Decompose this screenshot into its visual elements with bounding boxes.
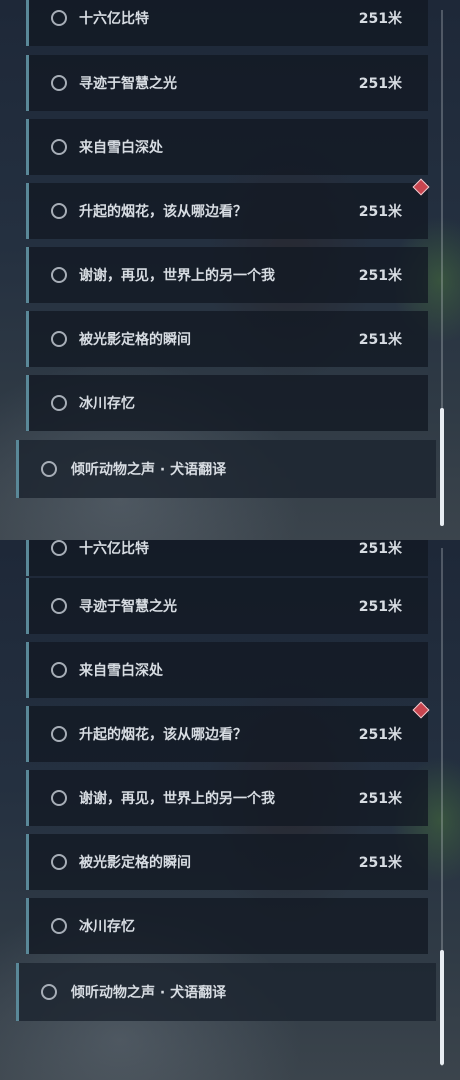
- radio-circle-icon: [51, 918, 67, 934]
- item-distance: 251米: [358, 204, 402, 220]
- item-label: 升起的烟花，该从哪边看？: [79, 727, 247, 743]
- item-distance: 251米: [358, 855, 402, 871]
- quest-list-panel-bottom: 十六亿比特 251米 寻迹于智慧之光 251米 来自雪白深处 升起的烟花，该从哪…: [0, 540, 460, 1080]
- radio-circle-icon: [51, 662, 67, 678]
- item-label: 寻迹于智慧之光: [79, 76, 177, 92]
- item-label: 十六亿比特: [79, 541, 149, 557]
- item-distance: 251米: [358, 332, 402, 348]
- radio-circle-icon: [51, 10, 67, 26]
- radio-circle-icon: [51, 203, 67, 219]
- scrollbar-thumb[interactable]: [440, 950, 444, 1065]
- radio-circle-icon: [51, 139, 67, 155]
- radio-circle-icon: [51, 790, 67, 806]
- list-item[interactable]: 冰川存忆: [26, 898, 428, 954]
- scrollbar-thumb[interactable]: [440, 408, 444, 526]
- radio-circle-icon: [51, 331, 67, 347]
- list-item[interactable]: 升起的烟花，该从哪边看？ 251米: [26, 706, 428, 762]
- quest-list-panel-top: 十六亿比特 251米 寻迹于智慧之光 251米 来自雪白深处 升起的烟花，该从哪…: [0, 0, 460, 540]
- radio-circle-icon: [41, 984, 57, 1000]
- list-item[interactable]: 被光影定格的瞬间 251米: [26, 834, 428, 890]
- item-distance: 251米: [358, 268, 402, 284]
- radio-circle-icon: [51, 726, 67, 742]
- item-distance: 251米: [358, 541, 402, 557]
- list-item[interactable]: 升起的烟花，该从哪边看？ 251米: [26, 183, 428, 239]
- list-item[interactable]: 来自雪白深处: [26, 642, 428, 698]
- list-item[interactable]: 被光影定格的瞬间 251米: [26, 311, 428, 367]
- radio-circle-icon: [41, 461, 57, 477]
- item-label: 谢谢，再见，世界上的另一个我: [79, 791, 275, 807]
- item-label: 冰川存忆: [79, 396, 135, 412]
- list-item[interactable]: 十六亿比特 251米: [26, 0, 428, 46]
- list-item-selected[interactable]: 倾听动物之声 · 犬语翻译: [16, 963, 436, 1021]
- item-distance: 251米: [358, 599, 402, 615]
- radio-circle-icon: [51, 854, 67, 870]
- item-label: 冰川存忆: [79, 919, 135, 935]
- radio-circle-icon: [51, 395, 67, 411]
- list-item[interactable]: 寻迹于智慧之光 251米: [26, 578, 428, 634]
- list-item[interactable]: 谢谢，再见，世界上的另一个我 251米: [26, 770, 428, 826]
- item-label: 倾听动物之声 · 犬语翻译: [71, 985, 227, 1001]
- list-item[interactable]: 谢谢，再见，世界上的另一个我 251米: [26, 247, 428, 303]
- radio-circle-icon: [51, 540, 67, 556]
- list-item[interactable]: 十六亿比特 251米: [26, 540, 428, 576]
- item-label: 十六亿比特: [79, 11, 149, 27]
- list-item-selected[interactable]: 倾听动物之声 · 犬语翻译: [16, 440, 436, 498]
- item-label: 升起的烟花，该从哪边看？: [79, 204, 247, 220]
- radio-circle-icon: [51, 267, 67, 283]
- list-item[interactable]: 来自雪白深处: [26, 119, 428, 175]
- list-item[interactable]: 寻迹于智慧之光 251米: [26, 55, 428, 111]
- item-distance: 251米: [358, 76, 402, 92]
- radio-circle-icon: [51, 598, 67, 614]
- item-label: 倾听动物之声 · 犬语翻译: [71, 462, 227, 478]
- item-label: 被光影定格的瞬间: [79, 855, 191, 871]
- item-label: 来自雪白深处: [79, 663, 163, 679]
- item-label: 谢谢，再见，世界上的另一个我: [79, 268, 275, 284]
- item-distance: 251米: [358, 791, 402, 807]
- list-item[interactable]: 冰川存忆: [26, 375, 428, 431]
- item-distance: 251米: [358, 11, 402, 27]
- item-label: 被光影定格的瞬间: [79, 332, 191, 348]
- item-label: 寻迹于智慧之光: [79, 599, 177, 615]
- radio-circle-icon: [51, 75, 67, 91]
- item-label: 来自雪白深处: [79, 140, 163, 156]
- item-distance: 251米: [358, 727, 402, 743]
